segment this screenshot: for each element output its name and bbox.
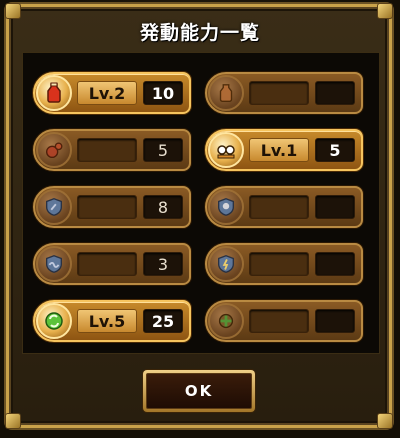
count-value: 10 (143, 81, 183, 105)
ok-button[interactable]: OK (146, 373, 252, 409)
corner-ornament (5, 413, 21, 429)
ability-slot-10 (205, 300, 363, 342)
level-badge (77, 195, 137, 219)
level-badge: Lv.1 (249, 138, 309, 162)
count-value (315, 81, 355, 105)
count-value: 5 (315, 138, 355, 162)
shield-skull-icon (208, 189, 244, 225)
level-badge (249, 309, 309, 333)
ability-slot-1: Lv.2 10 (33, 72, 191, 114)
count-value: 5 (143, 138, 183, 162)
count-value (315, 252, 355, 276)
ok-button-frame: OK (143, 370, 255, 412)
count-value: 3 (143, 252, 183, 276)
corner-ornament (377, 3, 393, 19)
count-value: 25 (143, 309, 183, 333)
ability-slot-8 (205, 243, 363, 285)
count-value: 8 (143, 195, 183, 219)
goggle-icon (208, 132, 244, 168)
level-badge: Lv.5 (77, 309, 137, 333)
potion-icon (208, 75, 244, 111)
level-badge (249, 195, 309, 219)
shield-icon (36, 189, 72, 225)
dialog-title: 発動能力一覧 (139, 22, 260, 44)
ability-slot-5: 8 (33, 186, 191, 228)
ability-slot-3: 5 (33, 129, 191, 171)
corner-ornament (377, 413, 393, 429)
bomb-icon (36, 132, 72, 168)
level-badge (249, 81, 309, 105)
gear-cross-icon (208, 303, 244, 339)
count-value (315, 309, 355, 333)
level-badge (77, 138, 137, 162)
count-value (315, 195, 355, 219)
potion-icon (36, 75, 72, 111)
recycle-icon (36, 303, 72, 339)
shield-wave-icon (36, 246, 72, 282)
ability-slot-6 (205, 186, 363, 228)
level-badge (77, 252, 137, 276)
ability-slot-2 (205, 72, 363, 114)
shield-bolt-icon (208, 246, 244, 282)
ability-slot-9: Lv.5 25 (33, 300, 191, 342)
corner-ornament (5, 3, 21, 19)
level-badge (249, 252, 309, 276)
ability-slot-7: 3 (33, 243, 191, 285)
level-badge: Lv.2 (77, 81, 137, 105)
ability-slot-4: Lv.1 5 (205, 129, 363, 171)
